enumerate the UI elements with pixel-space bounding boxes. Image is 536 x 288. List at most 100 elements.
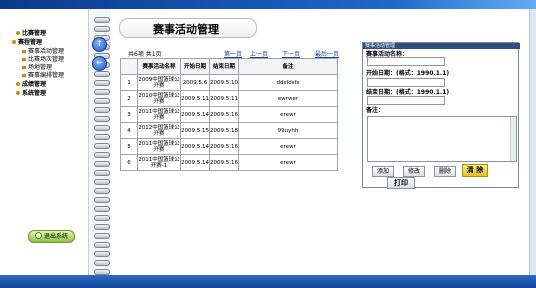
cell-end: 2009.5.10 xyxy=(209,74,239,91)
nav-item-venue-management[interactable]: 场地管理 xyxy=(22,64,52,71)
binding-ring xyxy=(94,134,110,140)
binding-ring xyxy=(94,98,110,104)
cell-remark: erewr xyxy=(238,106,338,123)
add-button[interactable]: 添加 xyxy=(372,166,394,177)
binding-ring xyxy=(94,197,110,203)
pager-summary: 共6项 共1页 xyxy=(128,51,162,58)
bullet-icon xyxy=(16,91,20,95)
binding-ring xyxy=(94,116,110,122)
top-banner xyxy=(0,0,536,9)
edit-button[interactable]: 修改 xyxy=(403,166,425,177)
exit-icon xyxy=(34,232,42,239)
cell-start: 2009.5.15 xyxy=(180,122,210,139)
nav-item-event-management[interactable]: 赛事活动管理 xyxy=(22,48,64,55)
binding-ring xyxy=(94,260,110,266)
nav-item-match-management[interactable]: 比赛场次管理 xyxy=(22,56,64,63)
prev-page-link[interactable]: 上一页 xyxy=(250,49,268,58)
binding-ring xyxy=(94,206,110,212)
table-row[interactable]: 2 2010中国篮球公开赛 2009.5.11 2009.5.11 ewrwer xyxy=(120,90,338,107)
cell-name: 2011中国篮球公开赛 xyxy=(137,138,181,155)
banner-decoration xyxy=(396,0,536,9)
delete-button[interactable]: 删除 xyxy=(434,166,456,177)
binding-ring xyxy=(94,188,110,194)
cell-name: 2009中国篮球公开赛 xyxy=(137,74,181,91)
table-header-row: 赛事活动名称 开始日期 结束日期 备注 xyxy=(120,58,338,75)
cell-start: 2009.5.14 xyxy=(180,138,210,155)
start-date-label: 开始日期：(格式：1990.1.1) xyxy=(366,70,450,77)
cell-end: 2009.5.18 xyxy=(209,122,239,139)
binding-ring xyxy=(94,233,110,239)
arrow-icon xyxy=(22,66,26,69)
cell-start: 2009.5.11 xyxy=(180,90,210,107)
col-header-end: 结束日期 xyxy=(209,58,239,75)
left-arrow-icon: ← xyxy=(96,58,103,67)
first-page-link[interactable]: 第一页 xyxy=(224,49,242,58)
cell-index: 5 xyxy=(120,138,138,155)
remark-textarea[interactable] xyxy=(367,116,517,162)
cell-start: 2009.5.6 xyxy=(180,74,210,91)
cell-remark: erewr xyxy=(238,154,338,171)
table-row[interactable]: 5 2011中国篮球公开赛 2009.5.14 2009.5.16 erewr xyxy=(120,138,338,155)
cell-end: 2009.5.16 xyxy=(209,154,239,171)
next-page-link[interactable]: 下一页 xyxy=(282,49,300,58)
nav-section-competition[interactable]: 比赛管理 xyxy=(16,30,46,37)
cell-index: 2 xyxy=(120,90,138,107)
cell-name: 2012中国篮球公开赛 xyxy=(137,122,181,139)
arrow-icon xyxy=(22,74,26,77)
table-row[interactable]: 1 2009中国篮球公开赛 2009.5.6 2009.5.10 ddsfdsfs xyxy=(120,74,338,91)
binding-ring xyxy=(94,17,110,23)
cell-remark: ddsfdsfs xyxy=(238,74,338,91)
col-header-remark: 备注 xyxy=(238,58,338,75)
binding-ring xyxy=(94,152,110,158)
binding-ring xyxy=(94,143,110,149)
last-page-link[interactable]: 最后一页 xyxy=(315,49,339,58)
table-row[interactable]: 6 2011中国篮球公开赛-1 2009.5.14 2009.5.16 erewr xyxy=(120,154,338,171)
nav-item-arrangement-management[interactable]: 赛事编排管理 xyxy=(22,72,64,79)
cell-index: 4 xyxy=(120,122,138,139)
cell-name: 2011中国篮球公开赛-1 xyxy=(137,154,181,171)
nav-section-system[interactable]: 系统管理 xyxy=(16,90,46,97)
print-button[interactable]: 打印 xyxy=(387,177,415,189)
binding-ring xyxy=(94,26,110,32)
up-arrow-icon: ↑ xyxy=(96,39,103,48)
exit-system-button[interactable]: 退出系统 xyxy=(28,230,75,243)
arrow-icon xyxy=(22,50,26,53)
bullet-icon xyxy=(16,82,20,86)
binding-ring xyxy=(94,125,110,131)
table-row[interactable]: 3 2011中国篮球公开赛 2009.5.14 2009.5.16 erewr xyxy=(120,106,338,123)
binding-ring xyxy=(94,170,110,176)
event-name-input[interactable] xyxy=(367,57,445,66)
binding-ring xyxy=(94,89,110,95)
cell-start: 2009.5.14 xyxy=(180,154,210,171)
cell-index: 6 xyxy=(120,154,138,171)
binding-ring xyxy=(94,80,110,86)
cell-index: 3 xyxy=(120,106,138,123)
remark-label: 备注： xyxy=(366,107,385,114)
start-date-input[interactable] xyxy=(367,78,445,87)
nav-section-schedule[interactable]: 赛程管理 xyxy=(12,39,42,46)
textarea-scrollbar[interactable] xyxy=(510,117,516,161)
arrow-icon xyxy=(22,58,26,61)
events-table: 赛事活动名称 开始日期 结束日期 备注 1 2009中国篮球公开赛 2009.5.6… xyxy=(120,58,338,171)
page-title-box: 赛事活动管理 xyxy=(119,18,257,38)
binding-ring xyxy=(94,224,110,230)
right-scrollbar[interactable] xyxy=(529,9,536,275)
col-header-index xyxy=(120,58,138,75)
col-header-start: 开始日期 xyxy=(180,58,210,75)
binding-ring xyxy=(94,71,110,77)
nav-section-results[interactable]: 成绩管理 xyxy=(16,81,46,88)
end-date-input[interactable] xyxy=(367,96,445,105)
cell-remark: erewr xyxy=(238,138,338,155)
clear-button[interactable]: 清 除 xyxy=(462,164,488,177)
col-header-name: 赛事活动名称 xyxy=(137,58,181,75)
cell-remark: ewrwer xyxy=(238,90,338,107)
scroll-up-button[interactable]: ↑ xyxy=(92,37,107,52)
cell-index: 1 xyxy=(120,74,138,91)
binding-ring xyxy=(94,242,110,248)
bottom-taskbar xyxy=(0,275,536,288)
table-row[interactable]: 4 2012中国篮球公开赛 2009.5.15 2009.5.18 99uyhh xyxy=(120,122,338,139)
back-button[interactable]: ← xyxy=(92,56,107,71)
event-form: 赛事活动管理 赛事活动名称： 开始日期：(格式：1990.1.1) 结束日期：(… xyxy=(362,42,520,188)
cell-end: 2009.5.11 xyxy=(209,90,239,107)
cell-end: 2009.5.16 xyxy=(209,138,239,155)
